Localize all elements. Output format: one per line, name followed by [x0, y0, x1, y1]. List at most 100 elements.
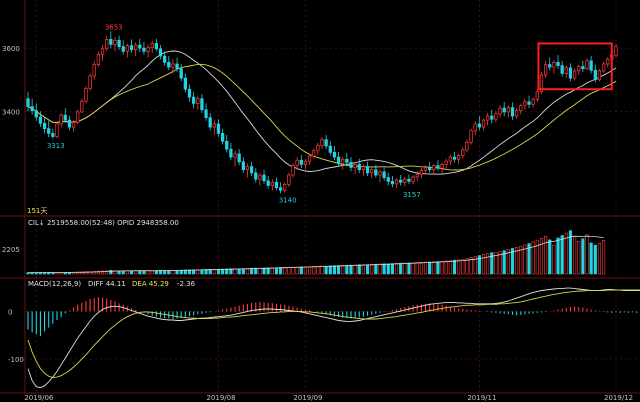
price-annotation: 3313	[47, 142, 65, 150]
date-label: 2019/11	[467, 394, 496, 402]
volume-bar	[457, 259, 461, 275]
candle	[76, 109, 80, 124]
volume-bar	[436, 261, 440, 275]
volume-bar	[585, 234, 589, 275]
volume-bar	[564, 232, 568, 275]
chart-background	[0, 0, 640, 402]
volume-bar	[394, 263, 399, 275]
candle	[88, 73, 92, 91]
volume-bar	[345, 265, 349, 275]
volume-bar	[299, 266, 303, 275]
volume-bar	[386, 263, 390, 275]
volume-bar	[552, 244, 556, 275]
volume-legend: CIL↓ 2519558.00(52:48) OPID 2948358.00	[28, 219, 179, 227]
volume-bar	[403, 262, 407, 275]
volume-bar	[324, 265, 328, 275]
volume-bar	[336, 265, 341, 275]
volume-bar	[279, 267, 283, 275]
volume-bar	[212, 269, 216, 275]
volume-bar	[216, 268, 221, 275]
volume-bar	[432, 261, 436, 275]
price-annotation: 3653	[105, 23, 123, 31]
volume-bar	[486, 253, 490, 275]
candle	[539, 71, 544, 94]
candle	[84, 86, 88, 104]
period-label: 151天	[27, 207, 47, 215]
price-tick-label: 3400	[2, 108, 20, 116]
volume-bar	[382, 263, 386, 275]
volume-bar	[121, 270, 125, 275]
volume-bar	[303, 266, 308, 275]
volume-bar	[146, 270, 150, 275]
volume-bar	[378, 263, 382, 275]
volume-bar	[274, 267, 279, 275]
volume-bar	[125, 270, 129, 275]
volume-bar	[419, 262, 423, 275]
volume-bar	[200, 269, 204, 275]
date-label: 2019/09	[293, 394, 322, 402]
volume-bar	[577, 241, 581, 275]
volume-bar	[560, 235, 564, 275]
volume-bar	[349, 264, 353, 275]
volume-bar	[270, 267, 274, 275]
volume-bar	[142, 270, 146, 275]
volume-bar	[254, 267, 258, 275]
volume-bar	[287, 266, 291, 275]
volume-bar	[573, 235, 577, 275]
volume-bar	[440, 261, 444, 275]
volume-bar	[109, 269, 113, 275]
volume-bar	[444, 260, 448, 275]
volume-bar	[411, 262, 415, 275]
macd-title: MACD(12,26,9)	[28, 280, 81, 288]
volume-bar	[328, 265, 332, 275]
volume-bar	[237, 268, 241, 275]
volume-bar	[283, 267, 287, 275]
volume-bar	[361, 264, 365, 275]
volume-bar	[353, 264, 357, 275]
macd-diff-label: DIFF 44.11	[88, 280, 126, 288]
candle	[469, 128, 473, 145]
volume-bar	[556, 237, 560, 275]
volume-bar	[258, 267, 262, 275]
volume-bar	[129, 270, 134, 275]
date-label: 2019/12	[604, 394, 633, 402]
price-annotation: 3140	[279, 196, 297, 204]
volume-bar	[250, 267, 254, 275]
volume-bar	[544, 235, 548, 275]
candle	[597, 68, 602, 82]
volume-bar	[415, 262, 419, 275]
macd-histogram-label: -2.36	[177, 280, 196, 288]
volume-bar	[320, 265, 324, 275]
volume-bar	[452, 259, 457, 275]
volume-bar	[316, 265, 320, 275]
volume-bar	[593, 244, 597, 275]
volume-bar	[390, 263, 394, 275]
volume-bar	[245, 268, 250, 275]
volume-bar	[548, 239, 552, 275]
volume-bar	[365, 264, 370, 275]
volume-bar	[307, 266, 312, 275]
volume-bar	[407, 262, 411, 275]
volume-bar	[291, 266, 295, 275]
volume-bar	[461, 258, 465, 275]
volume-bar	[241, 268, 245, 275]
volume-bar	[370, 264, 374, 275]
macd-tick-label: 0	[8, 308, 12, 316]
volume-bar	[312, 266, 316, 275]
date-label: 2019/06	[24, 394, 54, 402]
price-tick-label: 3600	[2, 45, 20, 53]
volume-bar	[332, 265, 337, 275]
volume-bar	[465, 258, 469, 275]
volume-bar	[357, 264, 361, 275]
price-annotation: 3157	[403, 191, 421, 199]
volume-axis-tick: 2205	[2, 246, 20, 254]
volume-bar	[134, 270, 138, 275]
volume-bar	[448, 260, 452, 275]
volume-bar	[341, 265, 345, 275]
volume-bar	[423, 261, 428, 275]
volume-bar	[138, 270, 142, 275]
macd-dea-label: DEA 45.29	[132, 280, 169, 288]
macd-tick-label: -100	[8, 356, 24, 364]
volume-bar	[589, 242, 593, 275]
volume-bar	[295, 266, 299, 275]
